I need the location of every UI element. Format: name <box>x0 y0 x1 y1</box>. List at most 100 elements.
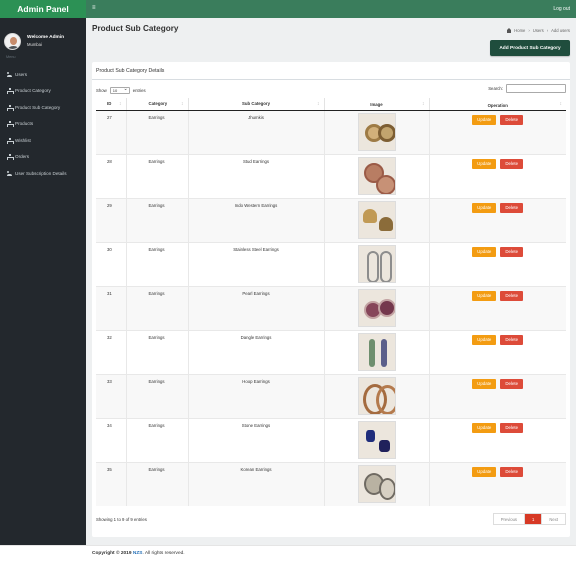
welcome-text: Welcome Admin <box>27 35 65 40</box>
image-cell <box>324 461 430 506</box>
stainless-steel-earrings-image <box>357 244 396 283</box>
sort-icon: ↕ <box>317 101 320 107</box>
stud-earrings-image <box>357 156 396 195</box>
operation-cell: Update Delete <box>429 241 566 286</box>
table-row: 34 Earrings Stone Earrings Update Delete <box>96 417 566 462</box>
next-page-button[interactable]: Next <box>542 514 565 524</box>
image-cell <box>324 241 430 286</box>
sub-category-cell: Pearl Earrings <box>188 285 325 330</box>
pagination: Previous 1 Next <box>492 513 566 525</box>
add-product-sub-category-button[interactable]: Add Product Sub Category <box>490 40 570 56</box>
footer: Copyright © 2019 NZS. All rights reserve… <box>92 551 185 556</box>
delete-button[interactable]: Delete <box>500 378 524 389</box>
sidebar-item-users[interactable]: Users <box>0 66 86 83</box>
operation-cell: Update Delete <box>429 285 566 330</box>
delete-button[interactable]: Delete <box>500 334 524 345</box>
sidebar-nav: Users Product Category Product Sub Categ… <box>0 66 86 182</box>
id-cell: 29 <box>96 197 127 242</box>
sub-category-column-header[interactable]: Sub Category ↕ <box>188 98 325 111</box>
stone-earrings-image <box>357 420 396 459</box>
id-cell: 27 <box>96 109 127 154</box>
search-input[interactable] <box>506 84 566 93</box>
footer-band <box>0 545 576 563</box>
delete-button[interactable]: Delete <box>500 202 524 213</box>
table-row: 27 Earrings Jhumkis Update Delete <box>96 109 566 154</box>
table-info: Showing 1 to 9 of 9 entries <box>96 517 147 522</box>
sidebar-item-products[interactable]: Products <box>0 116 86 133</box>
sidebar-item-label: Product Category <box>15 88 51 94</box>
update-button[interactable]: Update <box>472 378 497 389</box>
breadcrumb-separator: › <box>546 28 549 33</box>
user-location: Mumbai <box>27 42 42 47</box>
update-button[interactable]: Update <box>472 158 497 169</box>
image-cell <box>324 285 430 330</box>
delete-button[interactable]: Delete <box>500 290 524 301</box>
sidebar-item-label: Orders <box>15 154 30 160</box>
users-icon <box>7 71 12 77</box>
id-cell: 30 <box>96 241 127 286</box>
sidebar-item-label: User Subscription Details <box>15 170 67 176</box>
page-1-button[interactable]: 1 <box>525 514 543 524</box>
id-header-label: ID <box>107 101 112 107</box>
id-cell: 32 <box>96 329 127 374</box>
delete-button[interactable]: Delete <box>500 114 524 125</box>
sidebar-item-orders[interactable]: Orders <box>0 149 86 166</box>
jhumkis-image <box>357 112 396 151</box>
category-header-label: Category <box>148 101 168 107</box>
sidebar-item-product-sub-category[interactable]: Product Sub Category <box>0 99 86 116</box>
operation-column-header[interactable]: Operation ↕ <box>429 98 566 111</box>
sidebar-item-product-category[interactable]: Product Category <box>0 83 86 100</box>
breadcrumb-separator: › <box>528 28 530 33</box>
update-button[interactable]: Update <box>472 466 497 477</box>
app-title: Admin Panel <box>17 4 69 14</box>
card-divider <box>92 79 570 80</box>
update-button[interactable]: Update <box>472 114 497 125</box>
delete-button[interactable]: Delete <box>500 158 524 169</box>
image-column-header[interactable]: Image ↕ <box>324 98 430 111</box>
update-button[interactable]: Update <box>472 334 497 345</box>
logout-link[interactable]: Log out <box>553 6 570 12</box>
sidebar: Welcome Admin Mumbai Menu Users Product … <box>0 18 86 545</box>
category-cell: Earrings <box>126 109 189 154</box>
sitemap-icon <box>7 104 14 111</box>
category-cell: Earrings <box>126 285 189 330</box>
category-column-header[interactable]: Category ↕ <box>126 98 189 111</box>
sidebar-item-label: Users <box>15 71 27 77</box>
operation-cell: Update Delete <box>429 461 566 506</box>
update-button[interactable]: Update <box>472 246 497 257</box>
operation-cell: Update Delete <box>429 197 566 242</box>
previous-page-button[interactable]: Previous <box>494 514 526 524</box>
delete-button[interactable]: Delete <box>500 422 524 433</box>
image-cell <box>324 329 430 374</box>
menu-toggle-icon[interactable]: ≡ <box>92 5 96 11</box>
sub-category-cell: Hoop Earrings <box>188 373 325 418</box>
category-cell: Earrings <box>126 329 189 374</box>
page-size-select[interactable]: 10 <box>109 87 130 94</box>
delete-button[interactable]: Delete <box>500 246 524 257</box>
update-button[interactable]: Update <box>472 290 497 301</box>
app-brand[interactable]: Admin Panel <box>0 0 86 18</box>
product-sub-category-card: Product Sub Category Details Show 10 ent… <box>92 62 570 537</box>
id-cell: 31 <box>96 285 127 330</box>
table-row: 31 Earrings Pearl Earrings Update Delete <box>96 285 566 330</box>
main-content: Product Sub Category Home › Users › Add … <box>86 18 576 545</box>
category-cell: Earrings <box>126 153 189 198</box>
update-button[interactable]: Update <box>472 202 497 213</box>
sidebar-item-user-subscription-details[interactable]: User Subscription Details <box>0 165 86 182</box>
delete-button[interactable]: Delete <box>500 466 524 477</box>
operation-cell: Update Delete <box>429 417 566 462</box>
id-column-header[interactable]: ID ↕ <box>96 98 127 111</box>
category-cell: Earrings <box>126 417 189 462</box>
user-info: Welcome Admin Mumbai <box>27 34 64 48</box>
breadcrumb-users[interactable]: Users <box>533 28 544 33</box>
card-title: Product Sub Category Details <box>96 68 165 74</box>
sidebar-item-wishlist[interactable]: Wishlist <box>0 132 86 149</box>
page-title: Product Sub Category <box>92 24 179 33</box>
hoop-earrings-image <box>357 376 396 415</box>
image-cell <box>324 373 430 418</box>
breadcrumb-home[interactable]: Home <box>514 28 525 33</box>
table-row: 33 Earrings Hoop Earrings Update Delete <box>96 373 566 418</box>
update-button[interactable]: Update <box>472 422 497 433</box>
sitemap-icon <box>7 88 14 95</box>
operation-header-label: Operation <box>487 103 508 109</box>
